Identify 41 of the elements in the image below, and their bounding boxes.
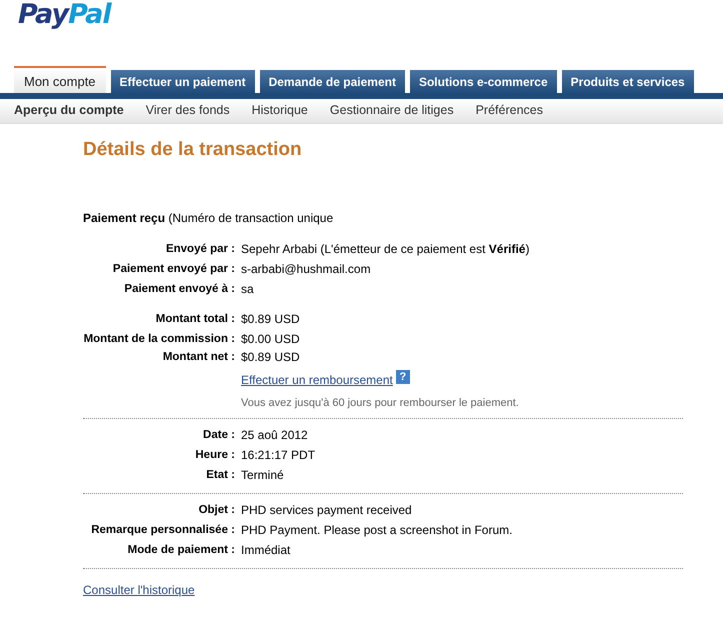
field-label: Date : bbox=[202, 428, 236, 443]
field-value: $0.89 USD bbox=[241, 310, 300, 328]
refund-note: Vous avez jusqu'à 60 jours pour rembourser le paiement. bbox=[241, 396, 519, 410]
field-value: $0.89 USD bbox=[241, 348, 300, 366]
subnav-link[interactable]: Préférences bbox=[476, 100, 543, 120]
field-value: Terminé bbox=[241, 466, 284, 484]
field-label: Paiement envoyé par : bbox=[112, 262, 236, 277]
field-label: Paiement envoyé à : bbox=[123, 282, 236, 297]
subnav-link[interactable]: Historique bbox=[252, 100, 308, 120]
nav-tab[interactable]: Solutions e-commerce bbox=[410, 70, 557, 93]
field-label: Montant de la commission : bbox=[82, 332, 236, 347]
field-label: Montant total : bbox=[154, 312, 236, 327]
nav-tab[interactable]: Demande de paiement bbox=[260, 70, 405, 93]
page-title: Détails de la transaction bbox=[83, 138, 303, 162]
subnav-link[interactable]: Virer des fonds bbox=[146, 100, 230, 120]
field-value: Sepehr Arbabi (L'émetteur de ce paiement est Vérifié) bbox=[241, 240, 530, 258]
history-link[interactable]: Consulter l'historique bbox=[83, 580, 195, 599]
refund-link[interactable]: Effectuer un remboursement bbox=[241, 370, 393, 390]
help-icon[interactable]: ? bbox=[396, 370, 410, 384]
field-value: 25 aoû 2012 bbox=[241, 426, 308, 444]
transaction-summary: Paiement reçu (Numéro de transaction unique bbox=[83, 210, 334, 227]
field-value: PHD Payment. Please post a screenshot in Forum. bbox=[241, 522, 512, 539]
field-value: sa bbox=[241, 280, 254, 298]
field-value: $0.00 USD bbox=[241, 330, 300, 348]
nav-tab[interactable]: Produits et services bbox=[562, 70, 694, 93]
field-value: 16:21:17 PDT bbox=[241, 446, 316, 464]
field-label: Envoyé par : bbox=[164, 242, 236, 257]
field-value: Immédiat bbox=[241, 542, 290, 559]
subnav-link[interactable]: Aperçu du compte bbox=[14, 100, 124, 120]
field-label: Mode de paiement : bbox=[126, 542, 236, 558]
field-label: Heure : bbox=[194, 448, 236, 463]
nav-tab[interactable]: Mon compte bbox=[14, 66, 106, 93]
field-label: Montant net : bbox=[162, 350, 236, 365]
field-value: s-arbabi@hushmail.com bbox=[241, 260, 371, 278]
field-value: PHD services payment received bbox=[241, 502, 412, 519]
field-label: Etat : bbox=[205, 468, 236, 483]
field-label: Objet : bbox=[198, 502, 236, 518]
subnav-link[interactable]: Gestionnaire de litiges bbox=[330, 100, 454, 120]
logo: PayPal bbox=[18, 0, 111, 30]
field-label: Remarque personnalisée : bbox=[90, 522, 236, 538]
nav-tab[interactable]: Effectuer un paiement bbox=[110, 70, 255, 93]
